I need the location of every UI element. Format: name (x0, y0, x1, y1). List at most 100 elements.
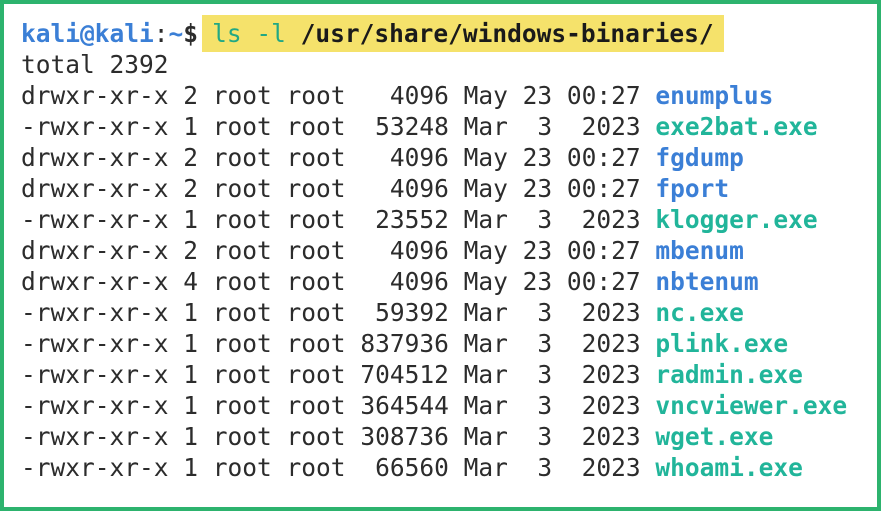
listing-month: May (463, 81, 523, 110)
listing-owner: root (212, 267, 287, 296)
listing-size: 4096 (360, 236, 464, 265)
listing-time: 2023 (566, 329, 656, 358)
listing-owner: root (212, 174, 287, 203)
listing-day: 23 (522, 174, 567, 203)
executable-name: whoami.exe (655, 453, 803, 482)
listing-row: -rwxr-xr-x 1 root root 66560 Mar 3 2023 … (21, 452, 877, 483)
listing-row: drwxr-xr-x 2 root root 4096 May 23 00:27… (21, 80, 877, 111)
listing-month: May (463, 236, 523, 265)
listing-month: Mar (463, 360, 523, 389)
listing-links: 2 (183, 143, 213, 172)
listing-time: 00:27 (566, 174, 656, 203)
listing-links: 1 (183, 360, 213, 389)
executable-name: nc.exe (655, 298, 744, 327)
listing-owner: root (212, 205, 287, 234)
command-argument: /usr/share/windows-binaries/ (300, 19, 714, 48)
listing-group: root (286, 360, 361, 389)
listing-links: 1 (183, 422, 213, 451)
listing-group: root (286, 205, 361, 234)
listing-group: root (286, 143, 361, 172)
listing-owner: root (212, 298, 287, 327)
listing-month: Mar (463, 391, 523, 420)
listing-owner: root (212, 112, 287, 141)
listing-time: 2023 (566, 422, 656, 451)
listing-day: 3 (522, 453, 567, 482)
prompt-dollar: $ (183, 19, 199, 48)
listing-owner: root (212, 453, 287, 482)
listing-day: 3 (522, 360, 567, 389)
listing-row: -rwxr-xr-x 1 root root 23552 Mar 3 2023 … (21, 204, 877, 235)
prompt-path: ~ (168, 19, 184, 48)
listing-group: root (286, 329, 361, 358)
listing-size: 837936 (360, 329, 464, 358)
listing-size: 4096 (360, 174, 464, 203)
listing-owner: root (212, 143, 287, 172)
listing-group: root (286, 422, 361, 451)
listing-day: 23 (522, 267, 567, 296)
listing-row: -rwxr-xr-x 1 root root 53248 Mar 3 2023 … (21, 111, 877, 142)
listing-row: drwxr-xr-x 2 root root 4096 May 23 00:27… (21, 142, 877, 173)
listing-group: root (286, 236, 361, 265)
listing-links: 4 (183, 267, 213, 296)
listing-time: 00:27 (566, 81, 656, 110)
listing-links: 1 (183, 298, 213, 327)
prompt-user-host: kali@kali (21, 19, 154, 48)
executable-name: vncviewer.exe (655, 391, 848, 420)
listing-perms: -rwxr-xr-x (21, 205, 184, 234)
listing-links: 2 (183, 236, 213, 265)
listing-day: 3 (522, 391, 567, 420)
listing-size: 4096 (360, 143, 464, 172)
executable-name: klogger.exe (655, 205, 818, 234)
listing-links: 2 (183, 174, 213, 203)
directory-name: fgdump (655, 143, 744, 172)
executable-name: plink.exe (655, 329, 789, 358)
listing-perms: -rwxr-xr-x (21, 298, 184, 327)
listing-owner: root (212, 329, 287, 358)
executable-name: radmin.exe (655, 360, 803, 389)
listing-time: 2023 (566, 112, 656, 141)
listing-month: Mar (463, 453, 523, 482)
listing-size: 23552 (360, 205, 464, 234)
listing-month: May (463, 143, 523, 172)
listing-time: 00:27 (566, 143, 656, 172)
listing-row: -rwxr-xr-x 1 root root 704512 Mar 3 2023… (21, 359, 877, 390)
listing-perms: -rwxr-xr-x (21, 453, 184, 482)
listing-time: 2023 (566, 298, 656, 327)
listing-month: Mar (463, 422, 523, 451)
listing-time: 2023 (566, 360, 656, 389)
listing-perms: -rwxr-xr-x (21, 391, 184, 420)
listing-group: root (286, 298, 361, 327)
listing-perms: drwxr-xr-x (21, 267, 184, 296)
listing-day: 3 (522, 205, 567, 234)
listing-row: -rwxr-xr-x 1 root root 837936 Mar 3 2023… (21, 328, 877, 359)
listing-row: drwxr-xr-x 4 root root 4096 May 23 00:27… (21, 266, 877, 297)
listing-links: 1 (183, 453, 213, 482)
executable-name: wget.exe (655, 422, 774, 451)
listing-size: 66560 (360, 453, 464, 482)
listing-group: root (286, 174, 361, 203)
listing-perms: -rwxr-xr-x (21, 360, 184, 389)
terminal-window[interactable]: kali@kali: ~ $ ls -l /usr/share/windows-bin… (0, 0, 881, 511)
directory-name: nbtenum (655, 267, 759, 296)
listing-links: 1 (183, 112, 213, 141)
listing-size: 308736 (360, 422, 464, 451)
listing-perms: -rwxr-xr-x (21, 112, 184, 141)
listing-links: 2 (183, 81, 213, 110)
listing-month: Mar (463, 205, 523, 234)
listing-row: -rwxr-xr-x 1 root root 364544 Mar 3 2023… (21, 390, 877, 421)
listing-owner: root (212, 360, 287, 389)
listing-month: May (463, 174, 523, 203)
listing-day: 3 (522, 112, 567, 141)
directory-name: fport (655, 174, 730, 203)
listing-time: 00:27 (566, 236, 656, 265)
listing-owner: root (212, 236, 287, 265)
directory-name: enumplus (655, 81, 774, 110)
prompt-separator: : (153, 19, 169, 48)
command-highlight: ls -l /usr/share/windows-binaries/ (202, 15, 724, 52)
listing-group: root (286, 267, 361, 296)
listing-day: 3 (522, 329, 567, 358)
listing-time: 2023 (566, 205, 656, 234)
listing-perms: drwxr-xr-x (21, 143, 184, 172)
listing-row: drwxr-xr-x 2 root root 4096 May 23 00:27… (21, 173, 877, 204)
listing-perms: drwxr-xr-x (21, 81, 184, 110)
